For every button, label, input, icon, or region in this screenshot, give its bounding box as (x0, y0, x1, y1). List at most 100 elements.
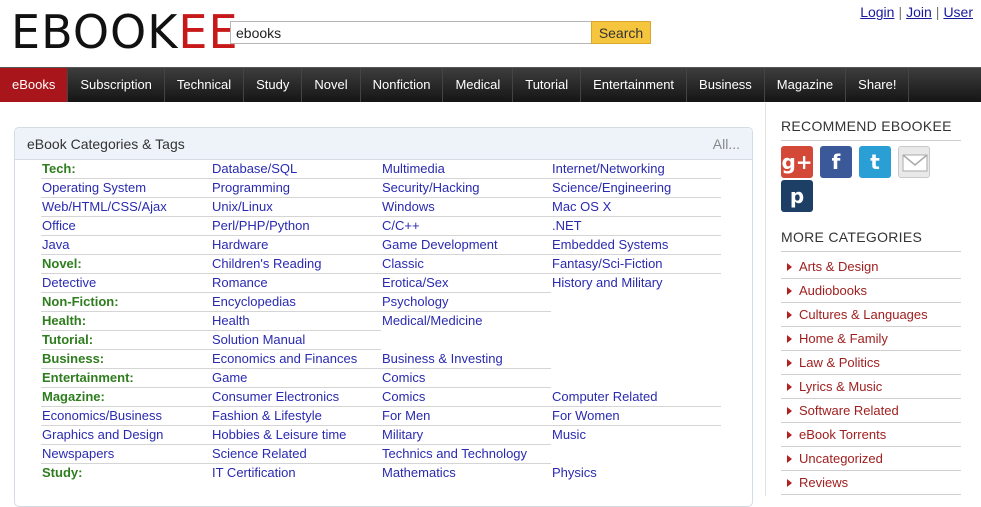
category-link-security-hacking[interactable]: Security/Hacking (381, 179, 551, 198)
category-link-internet-networking[interactable]: Internet/Networking (551, 160, 721, 179)
facebook-icon[interactable]: f (820, 146, 852, 178)
facebook-glyph: f (831, 150, 841, 174)
email-icon[interactable] (898, 146, 930, 178)
arrow-right-icon (787, 359, 792, 368)
nav-item-entertainment[interactable]: Entertainment (581, 68, 688, 102)
nav-item-medical[interactable]: Medical (443, 68, 514, 102)
category-link-unix-linux[interactable]: Unix/Linux (211, 198, 381, 217)
category-link-romance[interactable]: Romance (211, 274, 381, 293)
category-link-embedded-systems[interactable]: Embedded Systems (551, 236, 721, 255)
category-link-psychology[interactable]: Psychology (381, 293, 551, 312)
category-link-it-certification[interactable]: IT Certification (211, 464, 381, 483)
nav-item-study[interactable]: Study (244, 68, 303, 102)
twitter-icon[interactable]: t (859, 146, 891, 178)
category-link-medical-medicine[interactable]: Medical/Medicine (381, 312, 551, 331)
category-link-fashion-lifestyle[interactable]: Fashion & Lifestyle (211, 407, 381, 426)
category-link-economics-and-finances[interactable]: Economics and Finances (211, 350, 381, 369)
category-link-newspapers[interactable]: Newspapers (41, 445, 211, 464)
category-link-comics[interactable]: Comics (381, 369, 551, 388)
logo[interactable]: EBOOKEE (11, 7, 239, 57)
category-link-technics-and-technology[interactable]: Technics and Technology (381, 445, 551, 464)
category-link-science-engineering[interactable]: Science/Engineering (551, 179, 721, 198)
category-link-net[interactable]: .NET (551, 217, 721, 236)
category-link-solution-manual[interactable]: Solution Manual (211, 331, 381, 350)
nav-item-business[interactable]: Business (687, 68, 765, 102)
category-link-military[interactable]: Military (381, 426, 551, 445)
category-link-office[interactable]: Office (41, 217, 211, 236)
category-section-business: Business: (41, 350, 211, 369)
category-link-computer-related[interactable]: Computer Related (551, 388, 721, 407)
category-link-children-s-reading[interactable]: Children's Reading (211, 255, 381, 274)
login-link[interactable]: Login (860, 4, 894, 20)
category-link-c-c[interactable]: C/C++ (381, 217, 551, 236)
panel-title: eBook Categories & Tags (27, 136, 185, 152)
google-plus-icon[interactable]: g+ (781, 146, 813, 178)
more-category-lyrics-music[interactable]: Lyrics & Music (781, 375, 961, 399)
more-category-home-family[interactable]: Home & Family (781, 327, 961, 351)
search-button[interactable]: Search (591, 21, 651, 44)
more-category-uncategorized[interactable]: Uncategorized (781, 447, 961, 471)
category-link-economics-business[interactable]: Economics/Business (41, 407, 211, 426)
panel-header: eBook Categories & Tags All... (15, 128, 752, 160)
category-link-comics[interactable]: Comics (381, 388, 551, 407)
category-link-operating-system[interactable]: Operating System (41, 179, 211, 198)
category-link-for-men[interactable]: For Men (381, 407, 551, 426)
category-link-consumer-electronics[interactable]: Consumer Electronics (211, 388, 381, 407)
user-link[interactable]: User (943, 4, 973, 20)
category-link-music[interactable]: Music (551, 426, 721, 445)
more-category-cultures-languages[interactable]: Cultures & Languages (781, 303, 961, 327)
more-category-arts-design[interactable]: Arts & Design (781, 255, 961, 279)
nav-item-ebooks[interactable]: eBooks (0, 68, 69, 102)
search-input[interactable] (230, 21, 592, 44)
category-link-programming[interactable]: Programming (211, 179, 381, 198)
arrow-right-icon (787, 311, 792, 320)
category-link-hardware[interactable]: Hardware (211, 236, 381, 255)
category-section-magazine: Magazine: (41, 388, 211, 407)
category-link-multimedia[interactable]: Multimedia (381, 160, 551, 179)
more-category-ebook-torrents[interactable]: eBook Torrents (781, 423, 961, 447)
category-link-mathematics[interactable]: Mathematics (381, 464, 551, 483)
more-category-law-politics[interactable]: Law & Politics (781, 351, 961, 375)
category-link-physics[interactable]: Physics (551, 464, 721, 483)
category-link-perl-php-python[interactable]: Perl/PHP/Python (211, 217, 381, 236)
category-link-detective[interactable]: Detective (41, 274, 211, 293)
join-link[interactable]: Join (906, 4, 932, 20)
more-category-label: Lyrics & Music (799, 379, 883, 394)
arrow-right-icon (787, 287, 792, 296)
category-link-graphics-and-design[interactable]: Graphics and Design (41, 426, 211, 445)
more-category-audiobooks[interactable]: Audiobooks (781, 279, 961, 303)
more-category-reviews[interactable]: Reviews (781, 471, 961, 495)
category-link-encyclopedias[interactable]: Encyclopedias (211, 293, 381, 312)
category-link-hobbies-leisure-time[interactable]: Hobbies & Leisure time (211, 426, 381, 445)
categories-panel: eBook Categories & Tags All... Tech: Data… (14, 127, 753, 507)
category-link-classic[interactable]: Classic (381, 255, 551, 274)
nav-item-subscription[interactable]: Subscription (68, 68, 165, 102)
category-link-fantasy-sci-fiction[interactable]: Fantasy/Sci-Fiction (551, 255, 721, 274)
arrow-right-icon (787, 263, 792, 272)
nav-item-technical[interactable]: Technical (165, 68, 245, 102)
category-link-erotica-sex[interactable]: Erotica/Sex (381, 274, 551, 293)
category-link-science-related[interactable]: Science Related (211, 445, 381, 464)
category-link-java[interactable]: Java (41, 236, 211, 255)
category-link-health[interactable]: Health (211, 312, 381, 331)
category-link-for-women[interactable]: For Women (551, 407, 721, 426)
all-categories-link[interactable]: All... (713, 136, 740, 152)
category-link-business-investing[interactable]: Business & Investing (381, 350, 551, 369)
category-link-database-sql[interactable]: Database/SQL (211, 160, 381, 179)
category-link-history-and-military[interactable]: History and Military (551, 274, 721, 293)
more-category-software-related[interactable]: Software Related (781, 399, 961, 423)
category-link-game[interactable]: Game (211, 369, 381, 388)
category-link-windows[interactable]: Windows (381, 198, 551, 217)
nav-item-tutorial[interactable]: Tutorial (513, 68, 582, 102)
more-category-label: Uncategorized (799, 451, 883, 466)
arrow-right-icon (787, 479, 792, 488)
category-link-game-development[interactable]: Game Development (381, 236, 551, 255)
category-link-mac-os-x[interactable]: Mac OS X (551, 198, 721, 217)
nav-item-share[interactable]: Share! (846, 68, 910, 102)
nav-item-nonfiction[interactable]: Nonfiction (361, 68, 444, 102)
category-link-web-html-css-ajax[interactable]: Web/HTML/CSS/Ajax (41, 198, 211, 217)
nav-item-magazine[interactable]: Magazine (765, 68, 847, 102)
nav-item-novel[interactable]: Novel (302, 68, 361, 102)
more-category-label: Arts & Design (799, 259, 879, 274)
pinboard-icon[interactable]: p (781, 180, 813, 212)
